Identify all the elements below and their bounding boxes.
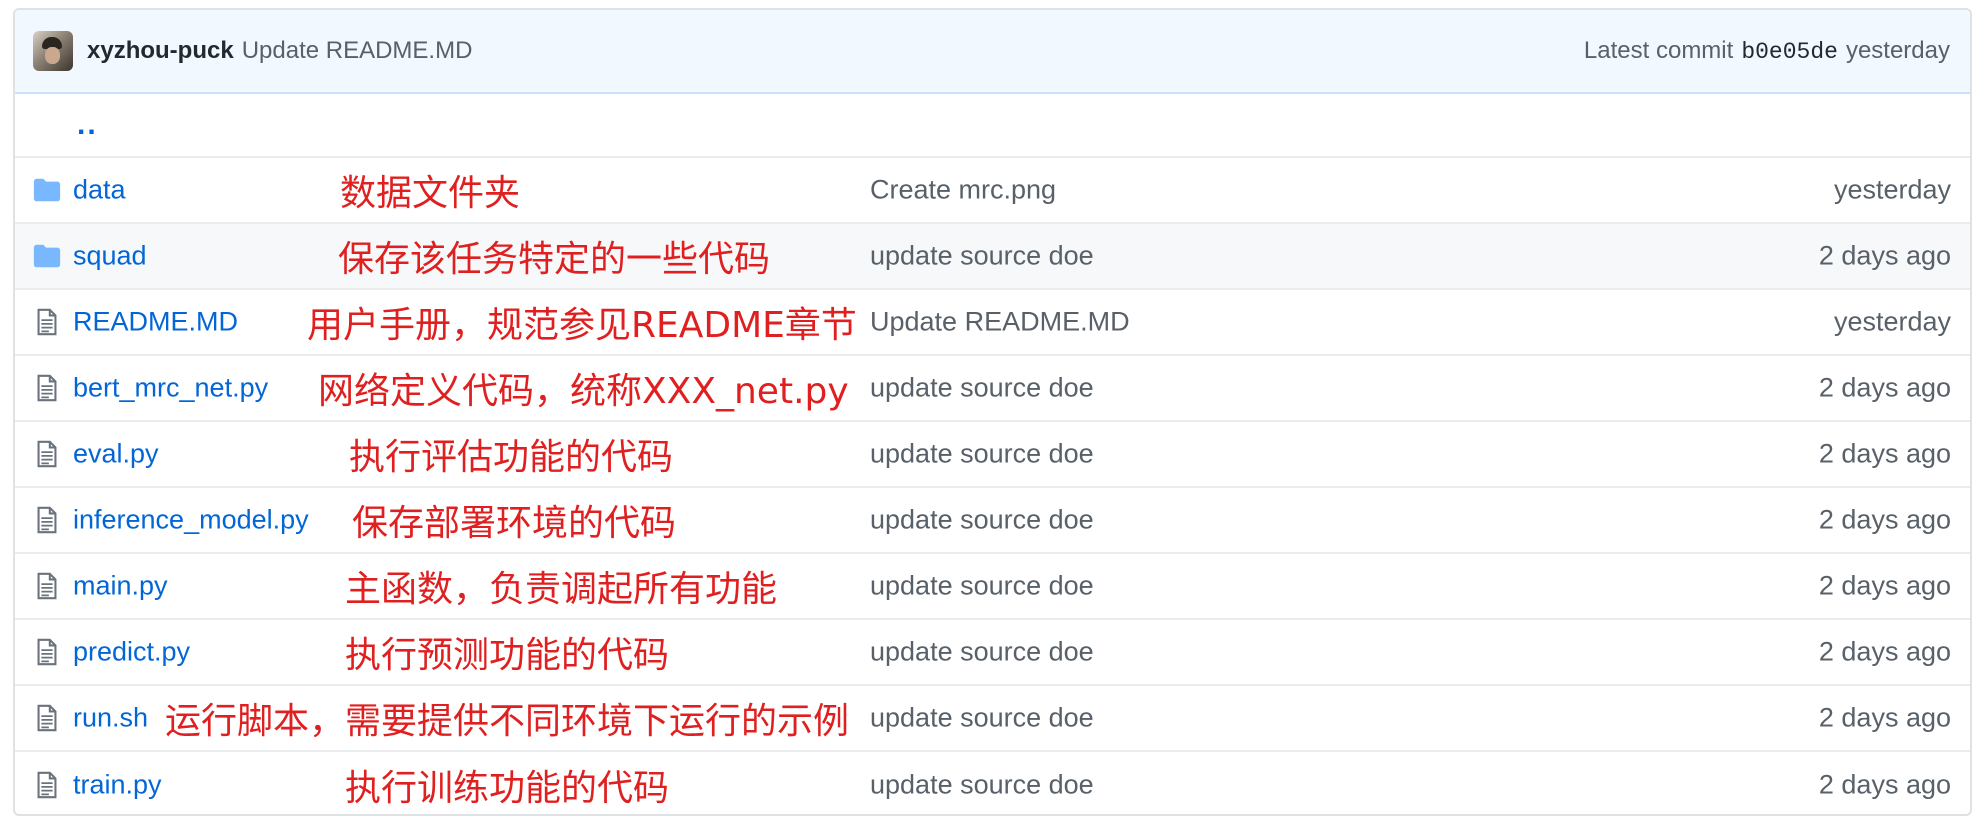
- file-annotation: 主函数，负责调起所有功能: [345, 569, 778, 610]
- file-commit-age: yesterday: [1833, 306, 1951, 337]
- file-annotation: 执行预测功能的代码: [345, 635, 670, 676]
- file-commit-message-link[interactable]: update source doe: [870, 703, 1094, 734]
- file-icon: [37, 771, 57, 799]
- file-name-link[interactable]: data: [73, 175, 126, 206]
- parent-directory-link[interactable]: ..: [77, 108, 98, 142]
- file-row: README.MD 用户手册，规范参见README章节 Update READM…: [15, 290, 1970, 356]
- file-annotation: 保存该任务特定的一些代码: [338, 239, 771, 280]
- latest-commit-label: Latest commit: [1583, 37, 1734, 64]
- file-rows: data 数据文件夹 Create mrc.png yesterday squa…: [15, 158, 1970, 814]
- file-commit-message-link[interactable]: update source doe: [870, 770, 1094, 801]
- file-commit-message-link[interactable]: update source doe: [870, 241, 1094, 272]
- file-name-link[interactable]: predict.py: [73, 637, 190, 668]
- latest-commit-bar: xyzhou-puck Update README.MD Latest comm…: [15, 10, 1970, 94]
- file-annotation: 执行训练功能的代码: [345, 768, 670, 809]
- file-commit-age: 2 days ago: [1818, 570, 1951, 601]
- file-icon: [37, 572, 57, 600]
- file-name-link[interactable]: eval.py: [73, 439, 159, 470]
- commit-sha-link[interactable]: b0e05de: [1741, 39, 1838, 65]
- file-icon: [37, 506, 57, 534]
- file-annotation: 数据文件夹: [340, 173, 521, 214]
- file-commit-age: 2 days ago: [1818, 504, 1951, 535]
- author-avatar[interactable]: [33, 31, 73, 71]
- file-name-link[interactable]: inference_model.py: [73, 505, 309, 536]
- file-icon: [37, 308, 57, 336]
- file-commit-message-link[interactable]: update source doe: [870, 439, 1094, 470]
- file-annotation: 执行评估功能的代码: [349, 437, 674, 478]
- file-row: data 数据文件夹 Create mrc.png yesterday: [15, 158, 1970, 224]
- file-row: inference_model.py 保存部署环境的代码 update sour…: [15, 488, 1970, 554]
- file-row: predict.py 执行预测功能的代码 update source doe 2…: [15, 620, 1970, 686]
- latest-commit-info: Latest commit b0e05de yesterday: [1584, 37, 1950, 65]
- folder-icon: [33, 244, 61, 268]
- file-commit-message-link[interactable]: Update README.MD: [870, 307, 1130, 338]
- commit-author-link[interactable]: xyzhou-puck: [87, 37, 234, 65]
- commit-age: yesterday: [1845, 37, 1950, 64]
- file-commit-age: 2 days ago: [1818, 702, 1951, 733]
- file-row: main.py 主函数，负责调起所有功能 update source doe 2…: [15, 554, 1970, 620]
- file-icon: [37, 440, 57, 468]
- parent-directory-row: ..: [15, 94, 1970, 158]
- file-name-link[interactable]: train.py: [73, 770, 162, 801]
- file-commit-age: 2 days ago: [1818, 769, 1951, 800]
- file-annotation: 保存部署环境的代码: [352, 503, 677, 544]
- file-name-link[interactable]: squad: [73, 241, 147, 272]
- file-commit-age: 2 days ago: [1818, 636, 1951, 667]
- file-row: squad 保存该任务特定的一些代码 update source doe 2 d…: [15, 224, 1970, 290]
- file-commit-age: 2 days ago: [1818, 372, 1951, 403]
- file-commit-message-link[interactable]: update source doe: [870, 637, 1094, 668]
- file-row: train.py 执行训练功能的代码 update source doe 2 d…: [15, 752, 1970, 814]
- file-annotation: 运行脚本，需要提供不同环境下运行的示例: [165, 701, 850, 742]
- file-name-link[interactable]: bert_mrc_net.py: [73, 373, 268, 404]
- folder-icon: [33, 178, 61, 202]
- file-commit-message-link[interactable]: update source doe: [870, 505, 1094, 536]
- file-name-link[interactable]: main.py: [73, 571, 168, 602]
- file-annotation: 网络定义代码，统称XXX_net.py: [318, 371, 849, 412]
- file-row: eval.py 执行评估功能的代码 update source doe 2 da…: [15, 422, 1970, 488]
- file-icon: [37, 638, 57, 666]
- file-commit-message-link[interactable]: update source doe: [870, 571, 1094, 602]
- file-annotation: 用户手册，规范参见README章节: [307, 305, 857, 346]
- file-commit-age: yesterday: [1833, 174, 1951, 205]
- file-icon: [37, 374, 57, 402]
- file-row: run.sh 运行脚本，需要提供不同环境下运行的示例 update source…: [15, 686, 1970, 752]
- file-name-link[interactable]: README.MD: [73, 307, 238, 338]
- file-commit-age: 2 days ago: [1818, 438, 1951, 469]
- file-row: bert_mrc_net.py 网络定义代码，统称XXX_net.py upda…: [15, 356, 1970, 422]
- file-commit-message-link[interactable]: update source doe: [870, 373, 1094, 404]
- file-name-link[interactable]: run.sh: [73, 703, 148, 734]
- commit-message-link[interactable]: Update README.MD: [242, 37, 473, 65]
- file-icon: [37, 704, 57, 732]
- file-listing: xyzhou-puck Update README.MD Latest comm…: [13, 8, 1972, 816]
- file-commit-message-link[interactable]: Create mrc.png: [870, 175, 1056, 206]
- file-commit-age: 2 days ago: [1818, 240, 1951, 271]
